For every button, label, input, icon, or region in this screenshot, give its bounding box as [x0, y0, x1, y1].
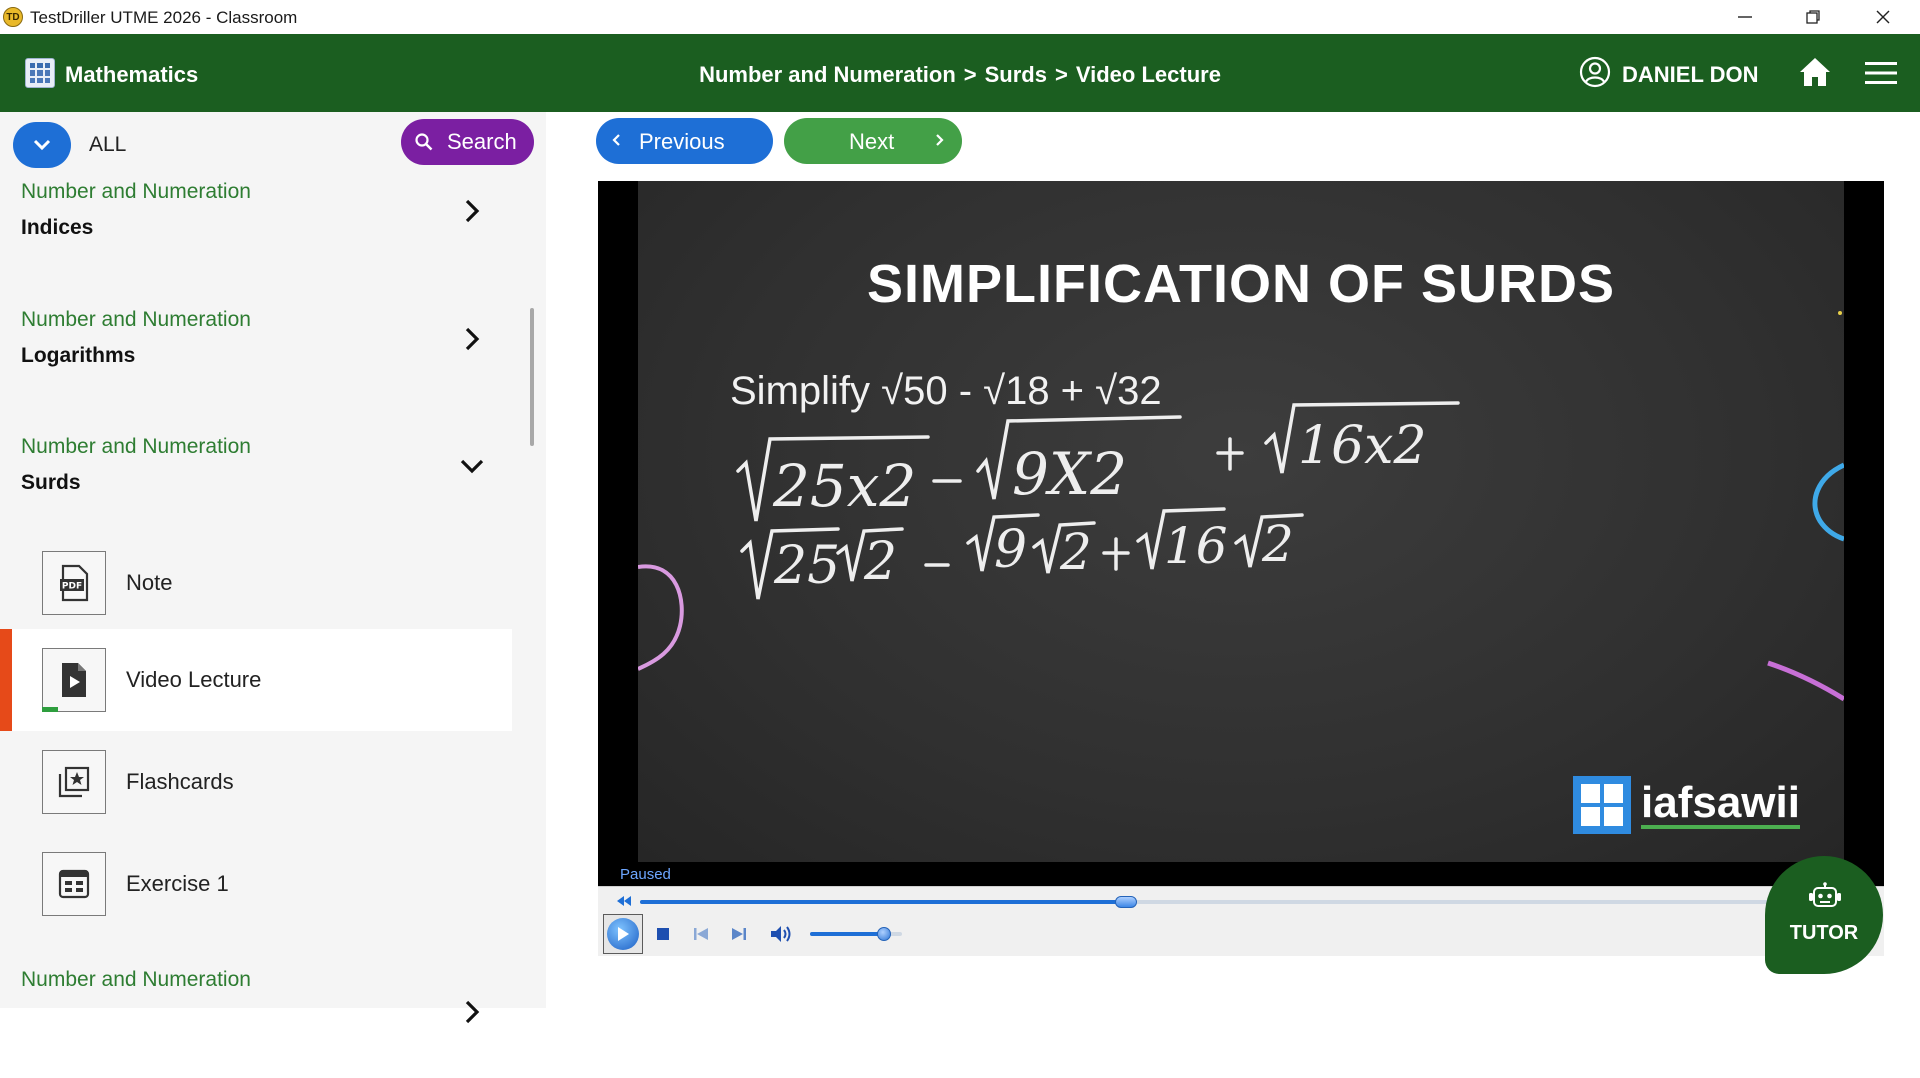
player-controls — [598, 886, 1884, 956]
breadcrumb-subtopic[interactable]: Surds — [985, 62, 1047, 87]
lesson-item-note[interactable]: PDF Note — [0, 532, 512, 634]
seek-bar-fill — [640, 900, 1126, 904]
search-icon — [415, 133, 433, 151]
topic-item-indices[interactable]: Number and Numeration Indices — [0, 180, 520, 290]
svg-text:9: 9 — [994, 520, 1027, 580]
svg-text:2: 2 — [1261, 515, 1294, 573]
robot-icon — [1809, 882, 1841, 907]
chevron-right-icon — [936, 134, 944, 146]
previous-label: Previous — [639, 129, 725, 154]
volume-slider-fill — [810, 932, 884, 936]
filter-label: ALL — [89, 133, 127, 156]
lesson-item-flashcards[interactable]: Flashcards — [0, 731, 512, 833]
volume-icon[interactable] — [770, 925, 792, 943]
previous-button[interactable]: Previous — [596, 118, 773, 164]
home-icon[interactable] — [1798, 56, 1832, 88]
hamburger-menu-icon[interactable] — [1864, 60, 1898, 86]
chalk-writing: 25x2 9X2 16x2 25 2 9 2 16 2 — [638, 311, 1844, 702]
stop-icon[interactable] — [654, 925, 672, 943]
topic-item-next[interactable]: Number and Numeration — [0, 968, 520, 1078]
lesson-label: Flashcards — [126, 769, 234, 794]
chevron-right-icon — [465, 199, 480, 223]
close-button[interactable] — [1853, 0, 1913, 34]
video-player[interactable]: SIMPLIFICATION OF SURDS Simplify √50 - √… — [598, 181, 1884, 956]
calculator-icon — [25, 58, 55, 88]
player-status-bar: Paused — [598, 862, 1884, 886]
app-logo-icon: TD — [3, 7, 23, 27]
video-brand-watermark: iafsawii — [1573, 776, 1800, 834]
brand-logo-icon — [1573, 776, 1631, 834]
restore-button[interactable] — [1783, 0, 1843, 34]
video-file-icon — [42, 648, 106, 712]
svg-text:2: 2 — [1059, 523, 1092, 581]
chevron-down-icon — [33, 139, 51, 151]
chevron-down-icon — [460, 459, 484, 474]
topic-name: Surds — [21, 471, 81, 494]
breadcrumb-topic[interactable]: Number and Numeration — [699, 62, 956, 87]
minimize-icon — [1738, 16, 1752, 18]
rewind-icon[interactable] — [616, 895, 632, 907]
play-icon — [607, 918, 639, 950]
window-title: TestDriller UTME 2026 - Classroom — [30, 8, 298, 27]
filter-bar: ALL Search — [0, 112, 546, 178]
lesson-label: Note — [126, 570, 173, 595]
window-titlebar: TD TestDriller UTME 2026 - Classroom — [0, 0, 1920, 34]
next-button[interactable]: Next — [784, 118, 962, 164]
topic-item-surds[interactable]: Number and Numeration Surds — [0, 435, 520, 545]
search-button[interactable]: Search — [401, 119, 534, 165]
topic-name: Indices — [21, 216, 94, 239]
svg-text:9X2: 9X2 — [1012, 440, 1127, 508]
playback-status: Paused — [620, 866, 671, 883]
topics-sidebar: ALL Search Number and Numeration Indices… — [0, 112, 546, 1024]
topic-subject: Number and Numeration — [21, 180, 251, 203]
topic-subject: Number and Numeration — [21, 308, 251, 331]
tutor-button[interactable]: TUTOR — [1765, 856, 1883, 974]
subject-title[interactable]: Mathematics — [65, 62, 198, 88]
svg-text:2: 2 — [863, 532, 897, 592]
play-button[interactable] — [603, 914, 643, 954]
app-header: Mathematics Number and Numeration > Surds >… — [0, 34, 1920, 112]
previous-track-icon[interactable] — [692, 925, 710, 943]
flashcards-icon — [42, 750, 106, 814]
brand-name: iafsawii — [1641, 778, 1800, 829]
next-label: Next — [849, 129, 895, 154]
svg-text:16: 16 — [1164, 517, 1228, 575]
svg-text:PDF: PDF — [62, 582, 82, 592]
chevron-right-icon — [465, 327, 480, 351]
lesson-item-video-lecture[interactable]: Video Lecture — [0, 629, 512, 731]
topic-subject: Number and Numeration — [21, 968, 251, 991]
exercise-icon — [42, 852, 106, 916]
tutor-label: TUTOR — [1789, 922, 1859, 944]
lesson-item-exercise-1[interactable]: Exercise 1 — [0, 833, 512, 935]
close-icon — [1876, 10, 1890, 24]
search-label: Search — [447, 129, 517, 154]
topic-subject: Number and Numeration — [21, 435, 251, 458]
volume-slider[interactable] — [810, 927, 902, 941]
lesson-label: Exercise 1 — [126, 871, 229, 896]
chevron-right-icon — [465, 1000, 480, 1024]
topic-item-logarithms[interactable]: Number and Numeration Logarithms — [0, 308, 520, 418]
minimize-button[interactable] — [1715, 0, 1775, 34]
video-frame[interactable]: SIMPLIFICATION OF SURDS Simplify √50 - √… — [638, 181, 1844, 862]
next-track-icon[interactable] — [730, 925, 748, 943]
seek-bar-thumb[interactable] — [1115, 896, 1137, 908]
restore-icon — [1806, 10, 1820, 24]
svg-text:25: 25 — [773, 536, 840, 596]
pdf-icon: PDF — [42, 551, 106, 615]
user-account-icon[interactable] — [1579, 56, 1611, 88]
breadcrumb-separator: > — [1054, 62, 1068, 87]
svg-text:16x2: 16x2 — [1298, 416, 1427, 476]
topic-name: Logarithms — [21, 344, 136, 367]
svg-text:25x2: 25x2 — [772, 452, 916, 520]
volume-slider-thumb[interactable] — [877, 927, 891, 941]
breadcrumb-separator: > — [963, 62, 977, 87]
chevron-left-icon — [612, 134, 620, 146]
breadcrumb-current: Video Lecture — [1075, 62, 1221, 87]
user-name[interactable]: DANIEL DON — [1622, 62, 1759, 88]
lesson-label: Video Lecture — [126, 667, 262, 692]
filter-dropdown-button[interactable] — [13, 122, 71, 168]
lesson-progress-bar — [42, 707, 58, 712]
seek-bar[interactable] — [640, 896, 1840, 908]
sidebar-scrollbar[interactable] — [530, 308, 534, 446]
